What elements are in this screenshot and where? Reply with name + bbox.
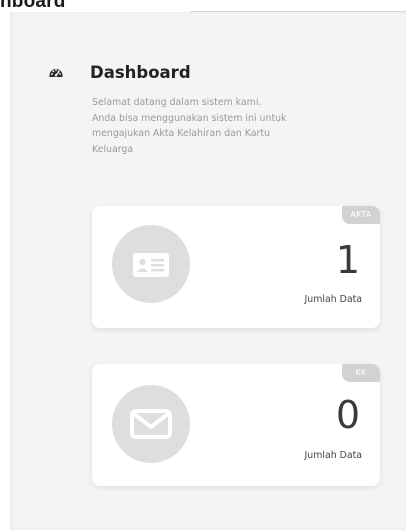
dashboard-title: Dashboard: [90, 62, 191, 82]
welcome-text: Selamat datang dalam sistem kami. Anda b…: [92, 97, 287, 155]
app-frame: nboard Dashboard Selamat datang dalam si…: [0, 0, 406, 530]
envelope-icon: [130, 409, 172, 439]
panel-edge-shadow: [10, 12, 12, 530]
top-bar: nboard: [0, 0, 406, 12]
card-icon-circle: [112, 225, 190, 303]
card-badge: KK: [342, 364, 380, 382]
card-count-label: Jumlah Data: [304, 450, 363, 461]
card-count: 0: [335, 393, 360, 437]
card-count: 1: [335, 238, 360, 282]
card-count-label: Jumlah Data: [304, 294, 363, 305]
akta-stat-card[interactable]: AKTA 1 Jumlah Data: [92, 206, 380, 328]
card-icon-circle: [112, 385, 190, 463]
id-card-icon: [133, 253, 169, 277]
kk-stat-card[interactable]: KK 0 Jumlah Data: [92, 364, 380, 486]
card-badge: AKTA: [342, 206, 380, 224]
dashboard-header: Dashboard: [48, 58, 191, 86]
tachometer-icon: [49, 69, 63, 77]
